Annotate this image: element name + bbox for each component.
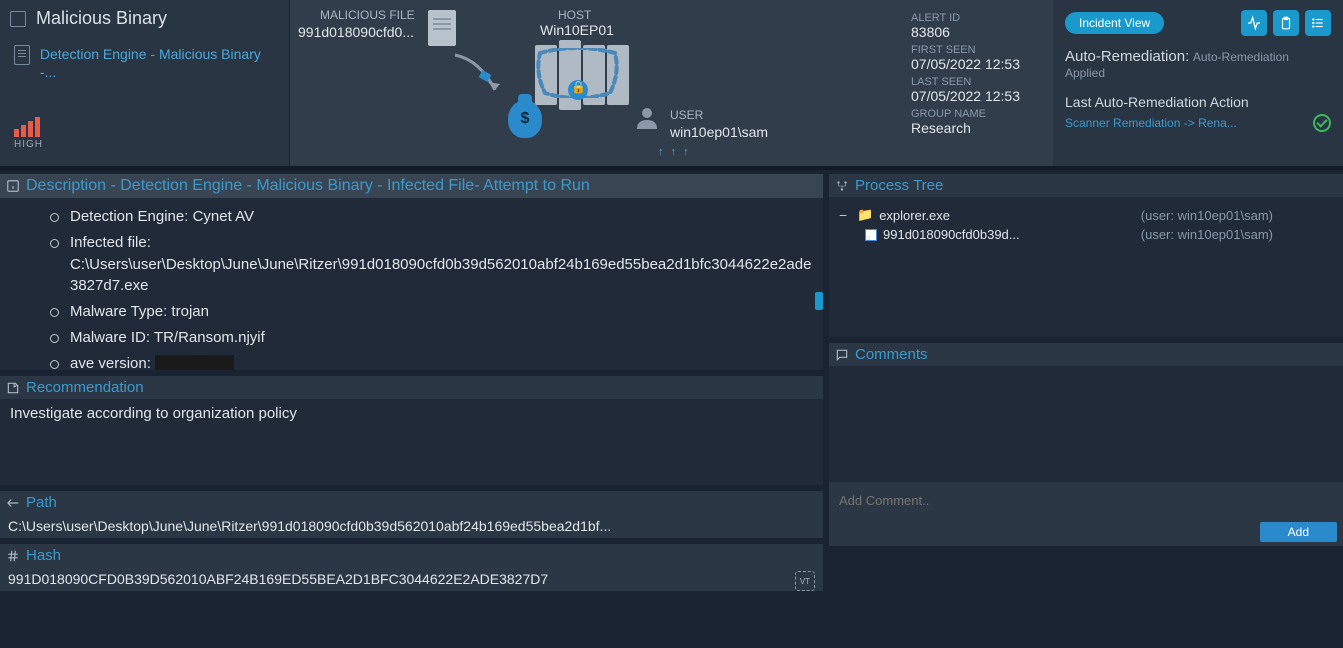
malicious-file-value: 991d018090cfd0... — [298, 24, 414, 40]
first-seen-value: 07/05/2022 12:53 — [911, 56, 1045, 72]
process-row[interactable]: ▫ 991d018090cfd0b39d... (user: win10ep01… — [839, 225, 1333, 244]
last-action-label: Last Auto-Remediation Action — [1065, 94, 1331, 110]
arrow-icon — [450, 50, 510, 100]
hash-header: Hash — [26, 547, 61, 564]
desc-engine: Detection Engine: Cynet AV — [50, 204, 813, 230]
select-checkbox[interactable] — [10, 11, 26, 27]
success-check-icon — [1313, 114, 1331, 132]
last-seen-value: 07/05/2022 12:53 — [911, 88, 1045, 104]
file-icon — [428, 10, 456, 46]
exe-icon: ▫ — [865, 229, 877, 241]
scrollbar-thumb[interactable] — [815, 292, 823, 310]
path-header: Path — [26, 494, 57, 511]
process-name: explorer.exe — [879, 208, 950, 223]
severity-bars-icon — [14, 117, 279, 137]
path-icon — [6, 496, 20, 510]
expand-arrows-icon[interactable]: ↑ ↑ ↑ — [658, 146, 691, 158]
tree-icon — [835, 179, 849, 193]
user-icon — [635, 105, 659, 129]
comment-input[interactable] — [829, 482, 1343, 518]
severity-indicator: HIGH — [10, 117, 279, 150]
add-comment-button[interactable]: Add — [1260, 522, 1337, 542]
money-bag-icon: $ — [508, 100, 542, 138]
last-action-link[interactable]: Scanner Remediation -> Rena... — [1065, 116, 1237, 130]
folder-icon: 📁 — [857, 207, 873, 223]
auto-remediation-label: Auto-Remediation: — [1065, 48, 1189, 65]
recommendation-header: Recommendation — [26, 379, 144, 396]
lock-icon — [568, 80, 588, 100]
info-icon — [6, 179, 20, 193]
path-value[interactable]: C:\Users\user\Desktop\June\June\Ritzer\9… — [0, 514, 823, 538]
attack-graphic: MALICIOUS FILE 991d018090cfd0... HOST Wi… — [290, 0, 903, 166]
hash-icon — [6, 549, 20, 563]
alert-subtitle: Detection Engine - Malicious Binary -... — [40, 45, 279, 81]
user-label: USER — [670, 108, 703, 122]
alert-title: Malicious Binary — [36, 8, 167, 29]
description-header: Description - Detection Engine - Malicio… — [26, 177, 590, 195]
desc-ave-version: ave version: 8.3.64.108 — [50, 351, 813, 371]
severity-label: HIGH — [14, 139, 279, 150]
clipboard-icon-button[interactable] — [1273, 10, 1299, 36]
description-list: Detection Engine: Cynet AV Infected file… — [10, 204, 813, 370]
host-label: HOST — [558, 8, 591, 22]
desc-malware-id: Malware ID: TR/Ransom.njyif — [50, 325, 813, 351]
malicious-file-label: MALICIOUS FILE — [320, 8, 415, 22]
activity-icon-button[interactable] — [1241, 10, 1267, 36]
process-row[interactable]: − 📁 explorer.exe (user: win10ep01\sam) — [839, 205, 1333, 225]
group-name-label: GROUP NAME — [911, 108, 1045, 120]
process-tree-header: Process Tree — [855, 177, 943, 194]
recommend-icon — [6, 381, 20, 395]
last-seen-label: LAST SEEN — [911, 76, 1045, 88]
comments-header: Comments — [855, 346, 928, 363]
first-seen-label: FIRST SEEN — [911, 44, 1045, 56]
tree-collapse-icon[interactable]: − — [839, 207, 851, 223]
alert-id-value: 83806 — [911, 24, 1045, 40]
user-value: win10ep01\sam — [670, 124, 768, 140]
alert-subitem[interactable]: Detection Engine - Malicious Binary -... — [14, 39, 279, 87]
host-value: Win10EP01 — [540, 22, 614, 38]
document-icon — [14, 45, 30, 65]
group-name-value: Research — [911, 120, 1045, 136]
comments-body — [829, 366, 1343, 482]
alert-id-label: ALERT ID — [911, 12, 1045, 24]
recommendation-body: Investigate according to organization po… — [0, 399, 823, 485]
virustotal-badge[interactable]: VT — [795, 571, 815, 591]
process-tree-body: − 📁 explorer.exe (user: win10ep01\sam) ▫… — [829, 197, 1343, 337]
process-name: 991d018090cfd0b39d... — [883, 227, 1020, 242]
comment-icon — [835, 348, 849, 362]
incident-view-button[interactable]: Incident View — [1065, 12, 1164, 34]
process-user: (user: win10ep01\sam) — [1141, 227, 1333, 242]
desc-infected: Infected file: C:\Users\user\Desktop\Jun… — [50, 230, 813, 299]
process-user: (user: win10ep01\sam) — [1141, 208, 1333, 223]
host-servers-icon — [535, 45, 629, 110]
hash-value[interactable]: 991D018090CFD0B39D562010ABF24B169ED55BEA… — [0, 567, 823, 591]
desc-malware-type: Malware Type: trojan — [50, 299, 813, 325]
list-icon-button[interactable] — [1305, 10, 1331, 36]
